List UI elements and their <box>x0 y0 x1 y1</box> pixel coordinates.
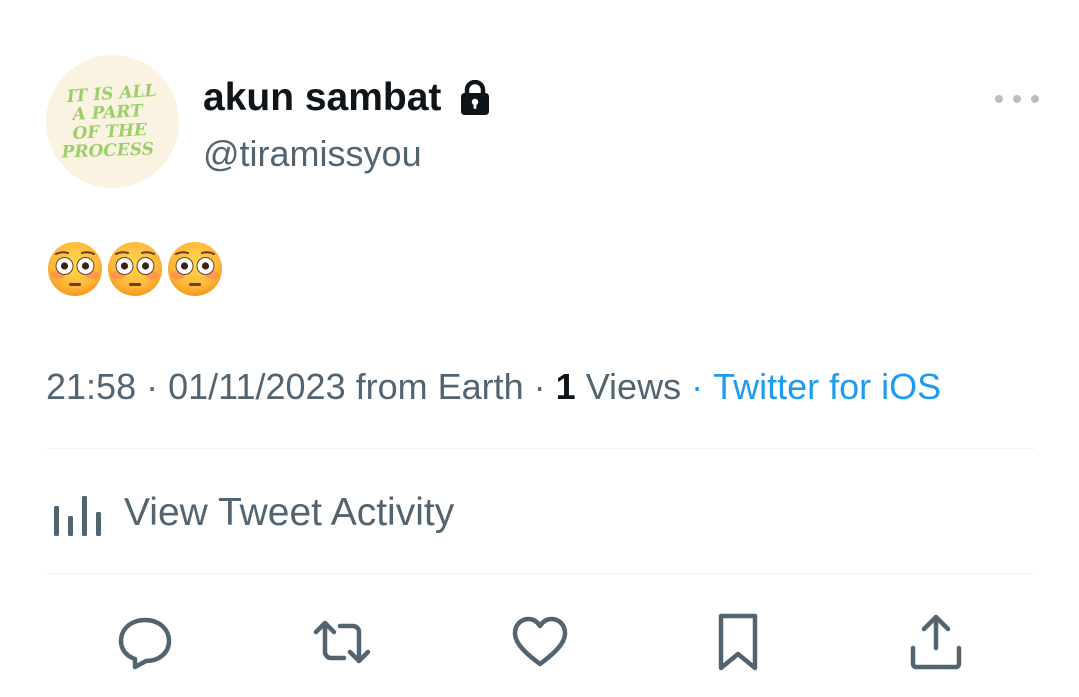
like-icon <box>512 616 568 667</box>
flushed-face-emoji <box>108 242 162 296</box>
retweet-button[interactable] <box>310 610 374 674</box>
tweet-date[interactable]: 01/11/2023 <box>168 366 346 408</box>
like-button[interactable] <box>508 610 572 674</box>
share-button[interactable] <box>904 610 968 674</box>
more-dot <box>995 95 1003 103</box>
tweet-detail: IT IS ALL A PART OF THE PROCESS akun sam… <box>0 0 1079 697</box>
more-dot <box>1013 95 1021 103</box>
tweet-location: from Earth <box>355 366 524 407</box>
more-options-icon[interactable] <box>995 86 1039 112</box>
divider <box>46 573 1035 574</box>
meta-separator: · <box>146 366 159 407</box>
views-count: 1 <box>555 366 576 407</box>
meta-separator: · <box>533 366 546 407</box>
meta-separator: · <box>691 366 704 407</box>
share-icon <box>910 614 962 670</box>
avatar-image: IT IS ALL A PART OF THE PROCESS <box>60 81 157 163</box>
display-name-text: akun sambat <box>203 76 442 119</box>
user-handle[interactable]: @tiramissyou <box>203 133 422 175</box>
display-name[interactable]: akun sambat <box>203 76 491 120</box>
flushed-face-emoji <box>48 242 102 296</box>
tweet-time[interactable]: 21:58 <box>46 366 136 408</box>
tweet-actions <box>0 610 1079 680</box>
retweet-icon <box>313 620 371 664</box>
bar-chart-icon <box>54 496 101 536</box>
divider <box>46 448 1035 449</box>
view-tweet-activity-button[interactable]: View Tweet Activity <box>52 488 454 538</box>
flushed-face-emoji <box>168 242 222 296</box>
reply-button[interactable] <box>113 610 177 674</box>
view-tweet-activity-label: View Tweet Activity <box>124 491 455 534</box>
tweet-text <box>46 240 224 298</box>
bookmark-button[interactable] <box>706 610 770 674</box>
avatar[interactable]: IT IS ALL A PART OF THE PROCESS <box>46 55 179 188</box>
views-label: Views <box>585 366 682 407</box>
more-dot <box>1031 95 1039 103</box>
reply-icon <box>118 617 172 670</box>
svg-text:PROCESS: PROCESS <box>60 139 154 162</box>
tweet-meta: 21:58 · 01/11/2023 from Earth · 1 Views … <box>46 366 941 408</box>
lock-icon <box>461 80 490 115</box>
bookmark-icon <box>718 613 758 671</box>
tweet-source-link[interactable]: Twitter for iOS <box>713 366 941 408</box>
tweet-text-content <box>46 240 224 298</box>
